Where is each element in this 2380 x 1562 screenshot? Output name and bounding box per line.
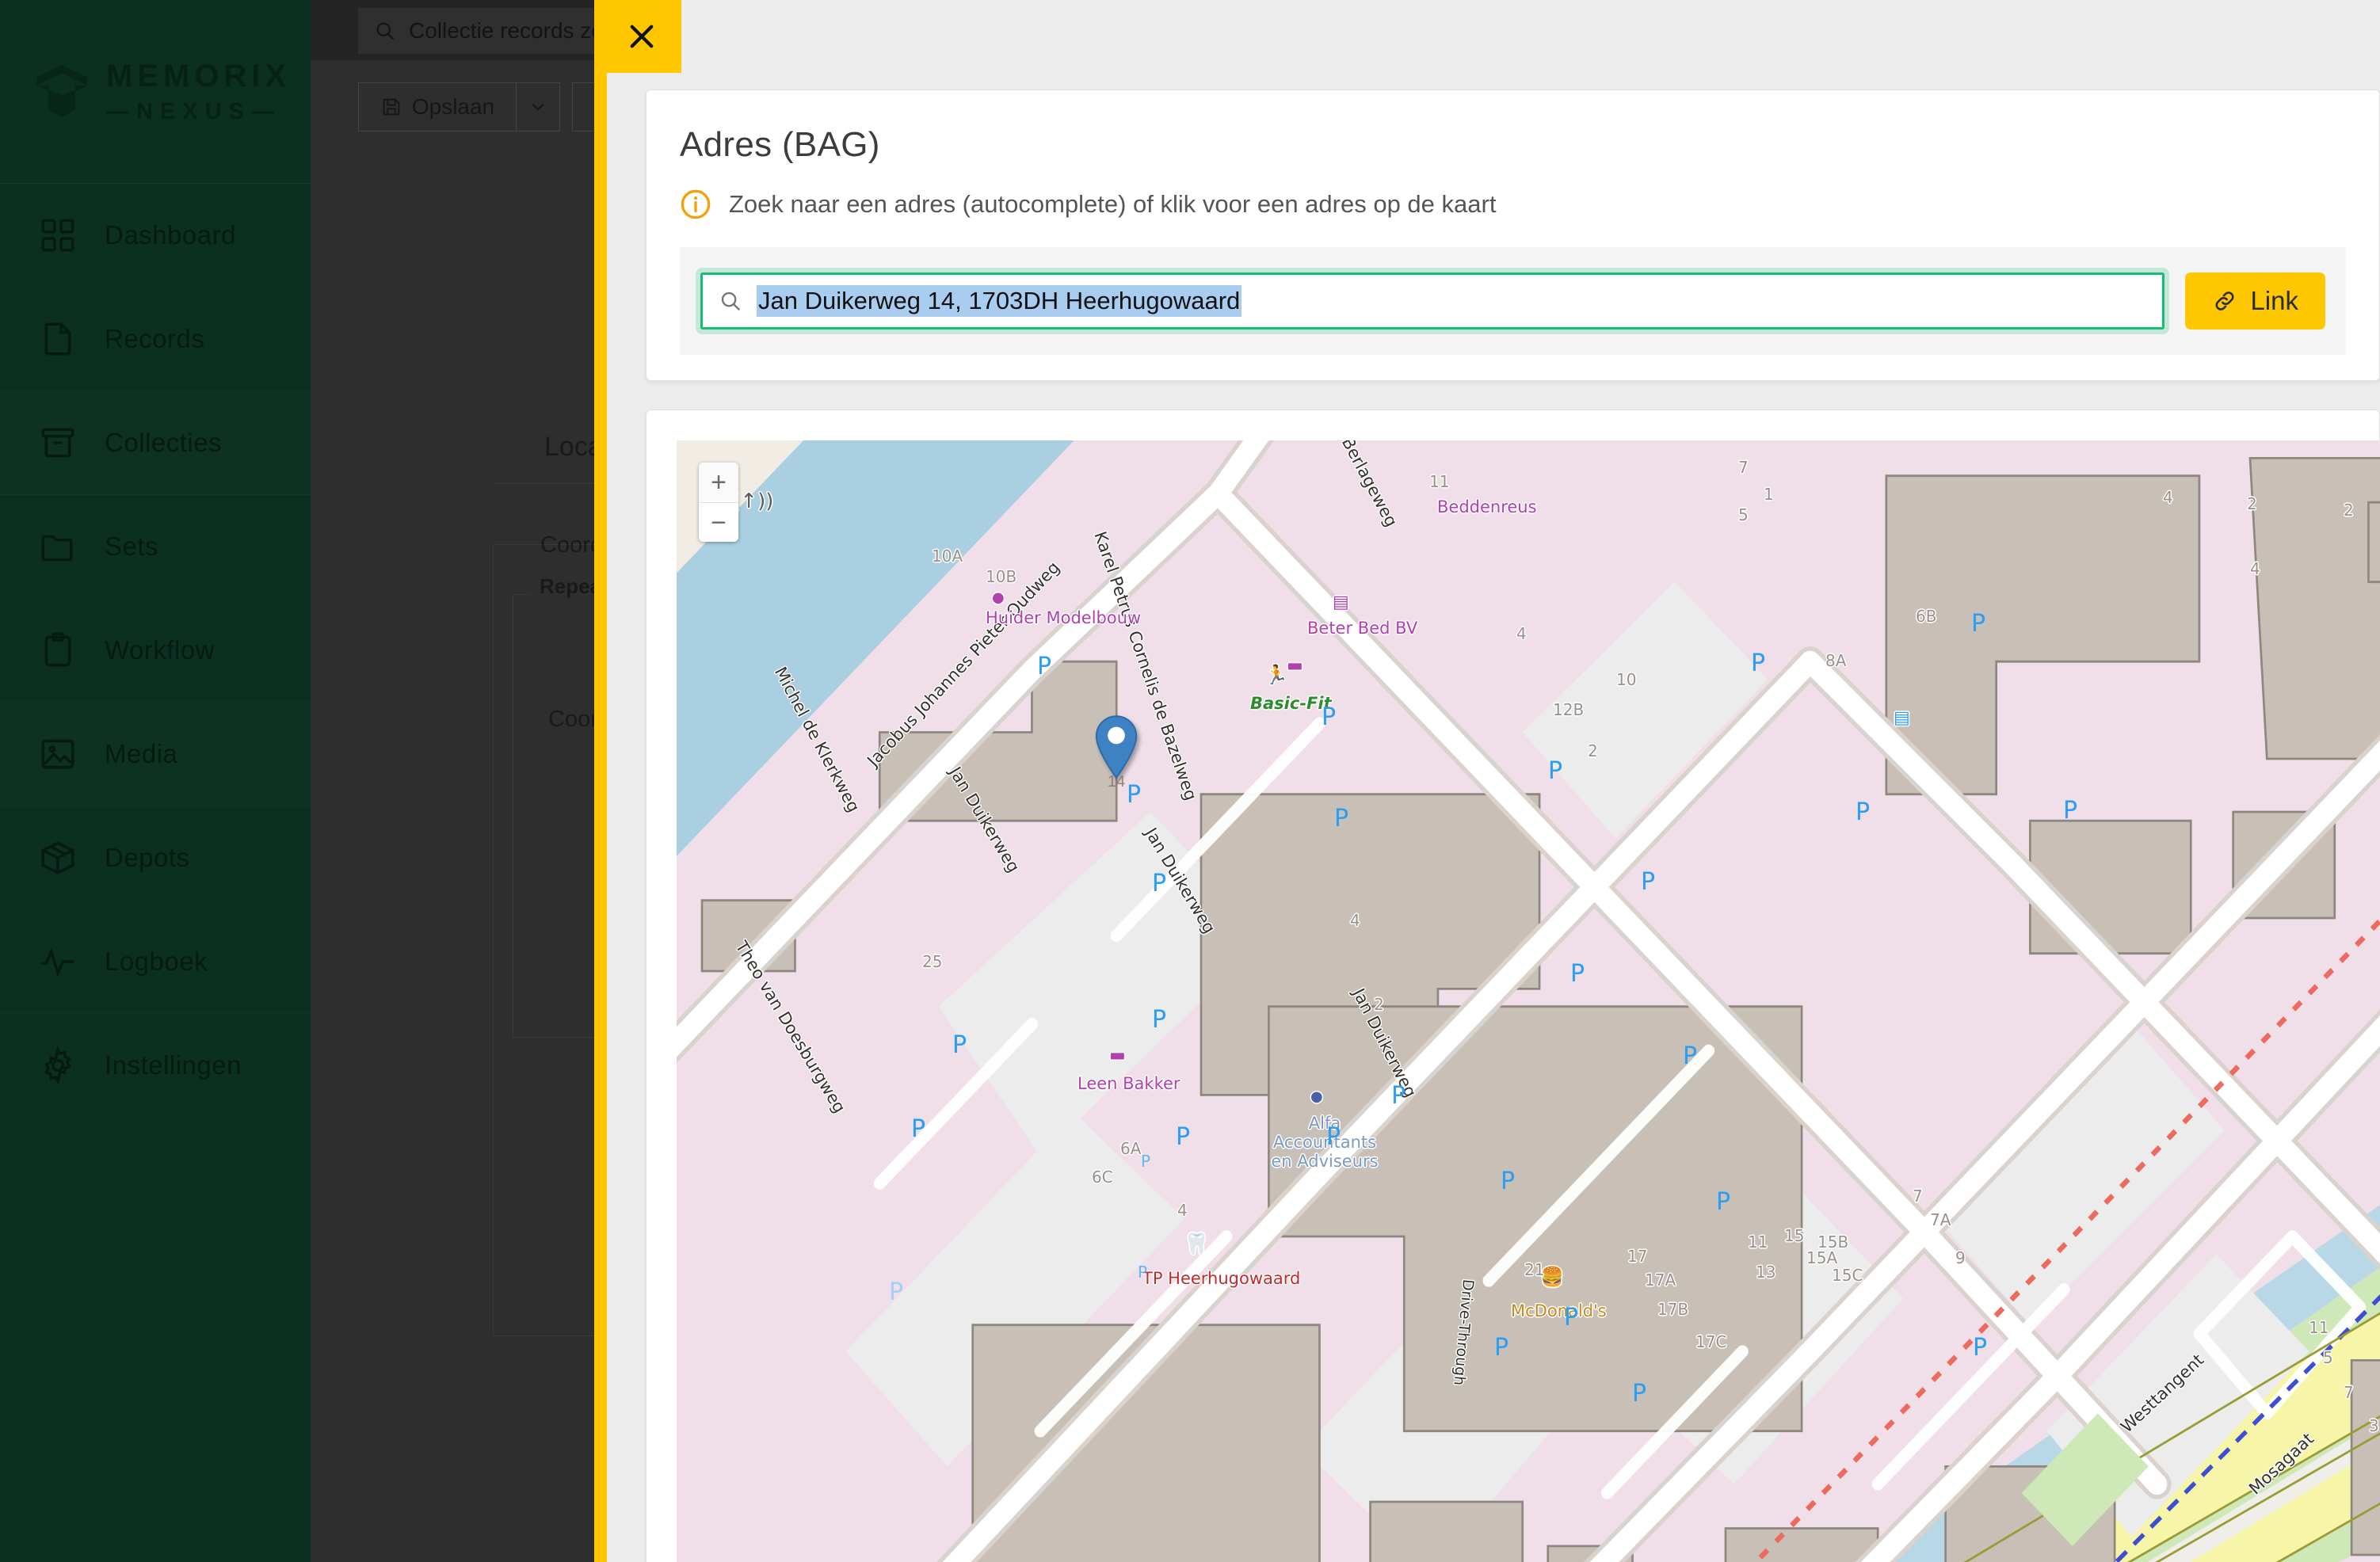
parking-symbol: P [1127, 781, 1142, 809]
parking-symbol: P [1971, 610, 1986, 638]
sidebar-item-records[interactable]: Records [0, 288, 311, 391]
sidebar-item-dashboard[interactable]: Dashboard [0, 184, 311, 288]
save-icon [383, 98, 400, 116]
parking-symbol: P [1570, 960, 1585, 988]
address-picker-modal: Adres (BAG) Zoek naar een adres (autocom… [594, 0, 2380, 1562]
map-pin-icon [1095, 715, 1138, 779]
parking-symbol: P [1716, 1188, 1731, 1216]
sidebar-item-label: Dashboard [105, 220, 236, 250]
parking-symbol: P [1152, 1006, 1167, 1034]
sidebar-item-sets[interactable]: Sets [0, 495, 311, 599]
parking-symbol: P [1152, 870, 1167, 897]
parking-symbol: P [1501, 1168, 1516, 1195]
gear-icon [38, 1046, 78, 1085]
chevron-down-icon [532, 104, 544, 111]
link-button-label: Link [2250, 286, 2298, 315]
sidebar-item-instellingen[interactable]: Instellingen [0, 1014, 311, 1118]
map-zoom-control[interactable]: + − [699, 463, 738, 542]
parking-symbol: P [1334, 805, 1349, 832]
sidebar-item-depots[interactable]: Depots [0, 806, 311, 910]
memorix-logo-icon [35, 63, 89, 120]
search-icon [721, 291, 741, 311]
address-search-value: Jan Duikerweg 14, 1703DH Heerhugowaard [757, 285, 1242, 317]
link-icon [2215, 291, 2234, 310]
modal-hint: Zoek naar een adres (autocomplete) of kl… [680, 189, 1496, 220]
marker-house-number: 14 [1107, 773, 1126, 791]
map-viewport[interactable]: + − ((↑)) 14 Michel de Klerkweg Jacobus … [677, 440, 2380, 1562]
zoom-out-button[interactable]: − [699, 502, 738, 542]
parking-symbol: P [1176, 1123, 1191, 1151]
sidebar-item-label: Records [105, 324, 205, 353]
sidebar-item-workflow[interactable]: Workflow [0, 599, 311, 703]
parking-symbol: P [1548, 757, 1563, 785]
sidebar: MEMORIX —NEXUS— Dashboard Records Collec… [0, 0, 311, 1562]
parking-symbol: P [1751, 650, 1766, 677]
clipboard-icon [38, 631, 78, 670]
parking-symbol: P [889, 1278, 904, 1306]
modal-title: Adres (BAG) [680, 125, 880, 164]
zoom-in-button[interactable]: + [699, 463, 738, 502]
search-icon [376, 22, 395, 40]
parking-symbol: P [1641, 868, 1656, 896]
address-search-card: Adres (BAG) Zoek naar een adres (autocom… [646, 90, 2380, 381]
map-tiles [677, 440, 2380, 1562]
parking-symbol: P [1564, 1304, 1579, 1332]
image-icon [38, 734, 78, 774]
parking-symbol: P [1973, 1334, 1988, 1362]
parking-symbol: P [952, 1031, 967, 1059]
parking-symbol: P [911, 1115, 926, 1143]
logo-subtitle: —NEXUS— [106, 98, 281, 124]
sidebar-item-label: Instellingen [105, 1050, 242, 1080]
parking-symbol: P [1683, 1042, 1698, 1070]
parking-symbol: P [1326, 1123, 1341, 1151]
document-icon [38, 319, 78, 359]
map-pin-marker[interactable]: 14 [1092, 714, 1141, 791]
archive-box-icon [38, 423, 78, 463]
close-icon [630, 25, 654, 48]
sidebar-item-media[interactable]: Media [0, 703, 311, 806]
app-logo: MEMORIX —NEXUS— [0, 0, 311, 184]
save-button[interactable]: Opslaan [358, 82, 517, 131]
address-search-input[interactable]: Jan Duikerweg 14, 1703DH Heerhugowaard [700, 272, 2165, 330]
parking-symbol: P [1322, 703, 1337, 731]
sidebar-item-label: Media [105, 739, 178, 768]
sidebar-item-label: Sets [105, 531, 159, 561]
parking-symbol: P [1037, 653, 1052, 680]
modal-accent-strip [594, 0, 607, 1562]
link-button[interactable]: Link [2185, 272, 2325, 330]
save-dropdown-button[interactable] [517, 82, 560, 131]
parking-symbol: P [1856, 798, 1871, 826]
logo-title: MEMORIX [106, 58, 292, 93]
activity-icon [38, 942, 78, 981]
parking-symbol: P [1141, 1152, 1151, 1171]
address-map-card: + − ((↑)) 14 Michel de Klerkweg Jacobus … [646, 410, 2380, 1562]
parking-symbol: P [2063, 797, 2078, 825]
parking-symbol: P [1494, 1334, 1509, 1362]
grid-icon [38, 215, 78, 255]
parking-symbol: P [1632, 1380, 1647, 1408]
sidebar-item-logboek[interactable]: Logboek [0, 910, 311, 1014]
package-icon [38, 838, 78, 878]
modal-hint-text: Zoek naar een adres (autocomplete) of kl… [729, 190, 1497, 218]
save-label: Opslaan [411, 94, 495, 119]
info-icon [680, 189, 711, 220]
parking-symbol: P [1138, 1263, 1148, 1282]
close-modal-button[interactable] [602, 0, 681, 73]
sidebar-item-label: Depots [105, 843, 190, 872]
parking-symbol: P [1391, 1082, 1406, 1110]
sidebar-item-collecties[interactable]: Collecties [0, 391, 311, 495]
sidebar-item-label: Workflow [105, 635, 215, 665]
sidebar-item-label: Collecties [105, 428, 223, 457]
sidebar-item-label: Logboek [105, 947, 208, 976]
map-canvas[interactable]: + − ((↑)) 14 Michel de Klerkweg Jacobus … [677, 440, 2380, 1562]
address-search-row: Jan Duikerweg 14, 1703DH Heerhugowaard L… [680, 247, 2346, 355]
folder-icon [38, 527, 78, 566]
